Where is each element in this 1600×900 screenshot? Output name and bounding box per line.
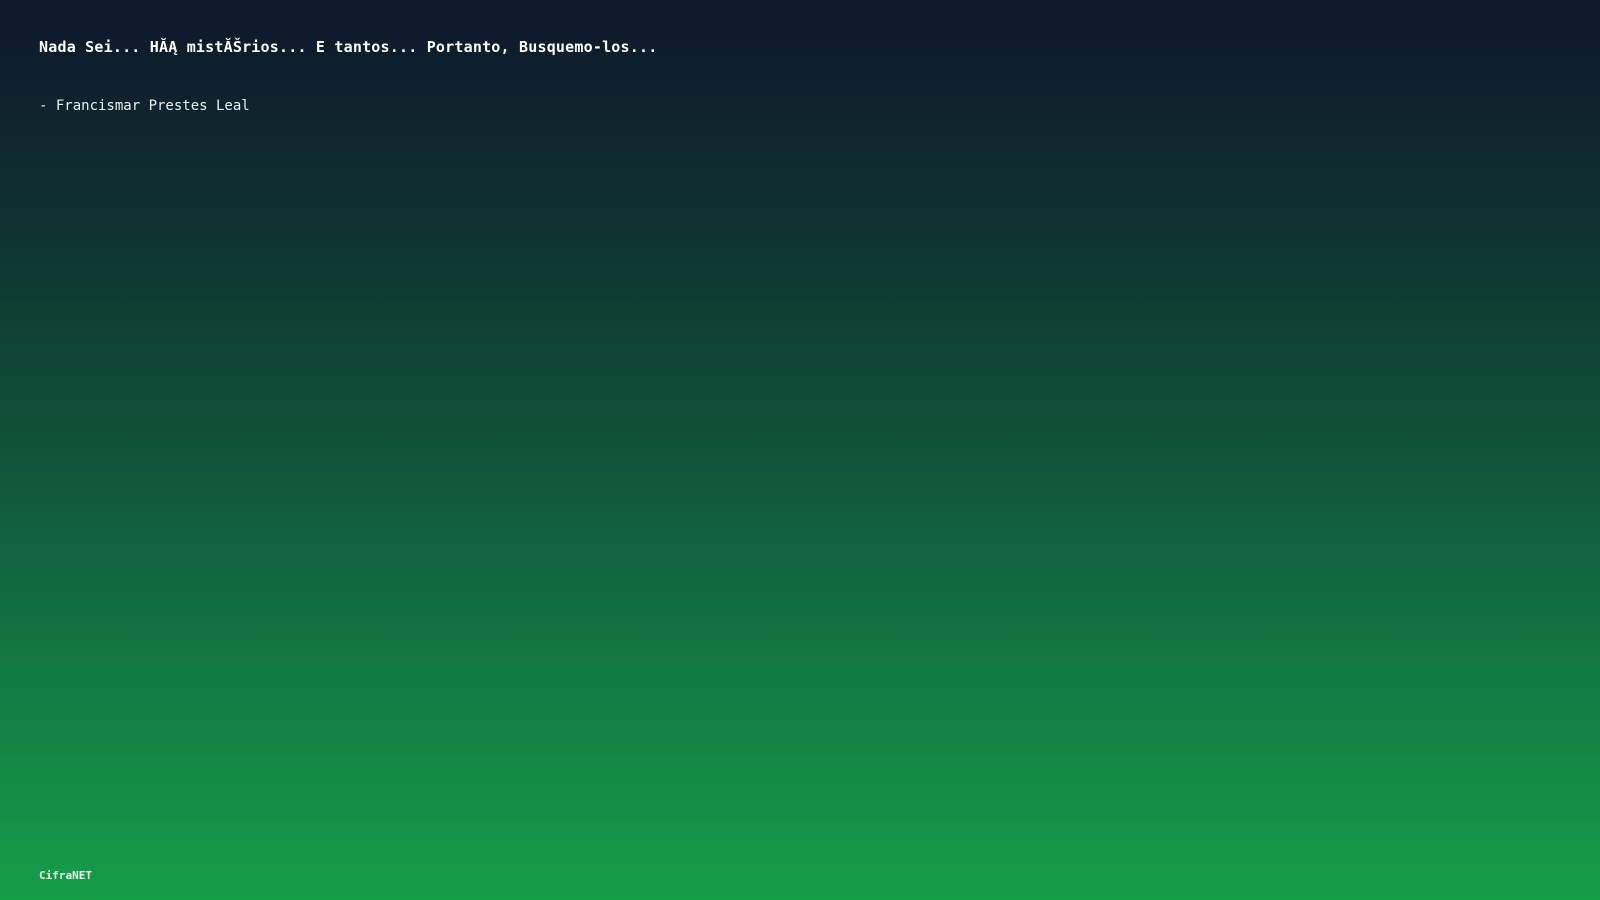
brand-label: CifraNET	[39, 869, 92, 882]
quote-screen: { "quote": { "text": "Nada Sei... HĂĄ mi…	[0, 0, 1600, 900]
quote-text: Nada Sei... HĂĄ mistĂŠrios... E tantos..…	[39, 38, 658, 56]
quote-author: - Francismar Prestes Leal	[39, 98, 250, 114]
